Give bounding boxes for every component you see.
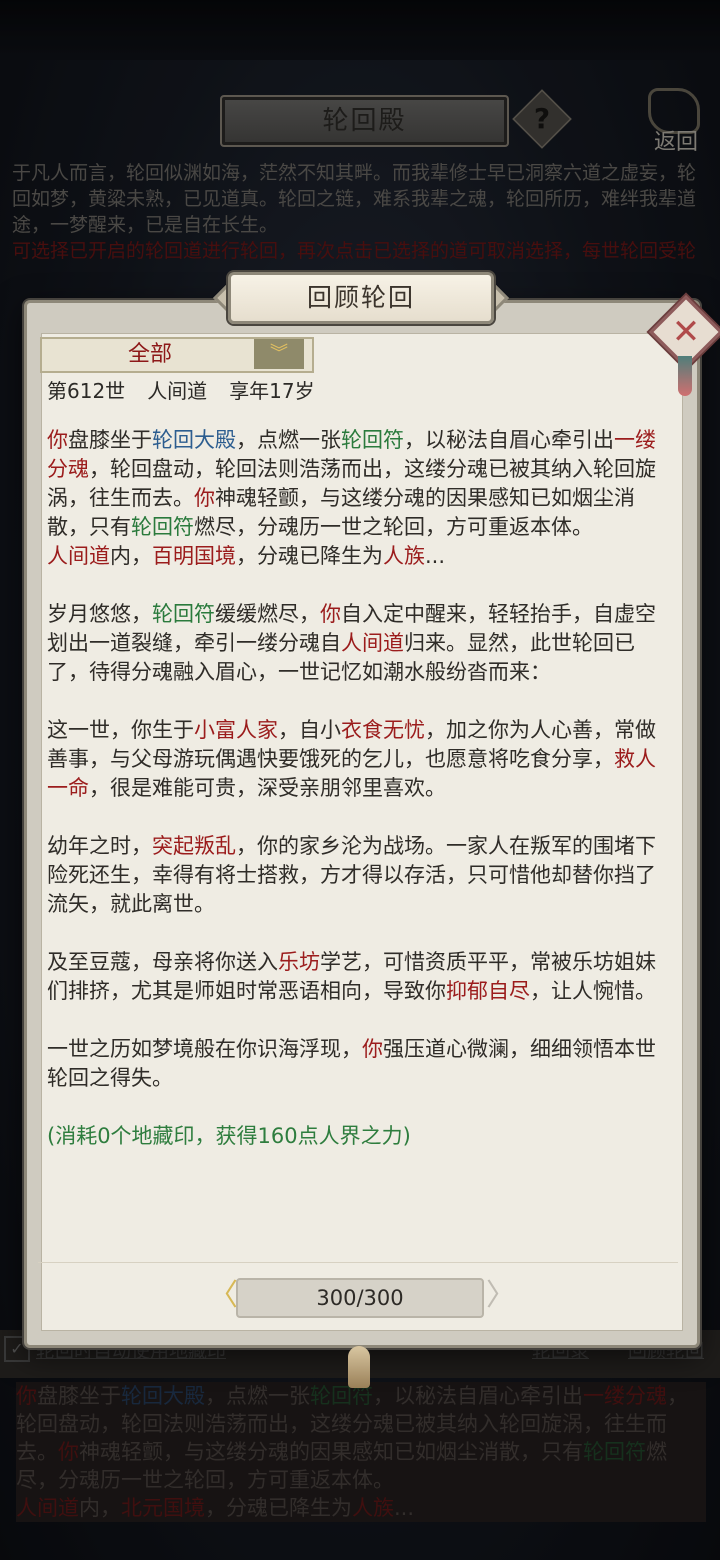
- chevron-down-icon[interactable]: ︾: [254, 339, 304, 369]
- story-paragraph: 一世之历如梦境般在你识海浮现，你强压道心微澜，细细领悟本世轮回之得失。: [47, 1037, 656, 1090]
- page-counter: 300/300: [316, 1286, 404, 1310]
- story-paragraph: 幼年之时，突起叛乱，你的家乡沦为战场。一家人在叛军的围堵下险死还生，幸得有将士搭…: [47, 834, 656, 916]
- life-summary: 第612世 人间道 享年17岁: [47, 376, 647, 406]
- story-paragraph: 岁月悠悠，轮回符缓缓燃尽，你自入定中醒来，轻轻抬手，自虚空划出一道裂缝，牵引一缕…: [47, 602, 656, 684]
- chevron-left-icon[interactable]: 〈: [208, 1279, 238, 1313]
- life-story: 你盘膝坐于轮回大殿，点燃一张轮回符，以秘法自眉心牵引出一缕分魂，轮回盘动，轮回法…: [47, 426, 663, 1180]
- story-paragraph: 人间道内，百明国境，分魂已降生为人族...: [47, 544, 446, 568]
- reward-summary: (消耗0个地藏印，获得160点人界之力): [47, 1124, 411, 1148]
- story-paragraph: 你盘膝坐于轮回大殿，点燃一张轮回符，以秘法自眉心牵引出一缕分魂，轮回盘动，轮回法…: [47, 428, 656, 539]
- chevron-right-icon[interactable]: 〉: [486, 1279, 516, 1313]
- filter-selected-value[interactable]: 全部: [40, 337, 260, 373]
- tassel-ornament: [678, 356, 692, 396]
- story-paragraph: 这一世，你生于小富人家，自小衣食无忧，加之你为人心善，常做善事，与父母游玩偶遇快…: [47, 718, 656, 800]
- life-index: 第612世: [47, 379, 126, 403]
- life-age: 享年17岁: [229, 379, 315, 403]
- story-paragraph: 及至豆蔻，母亲将你送入乐坊学艺，可惜资质平平，常被乐坊姐妹们排挤，尤其是师姐时常…: [47, 950, 656, 1003]
- dialog-title: 回顾轮回: [306, 283, 415, 312]
- bell-ornament-icon: [348, 1346, 370, 1388]
- life-path: 人间道: [147, 379, 208, 403]
- close-icon[interactable]: ✕: [660, 306, 712, 358]
